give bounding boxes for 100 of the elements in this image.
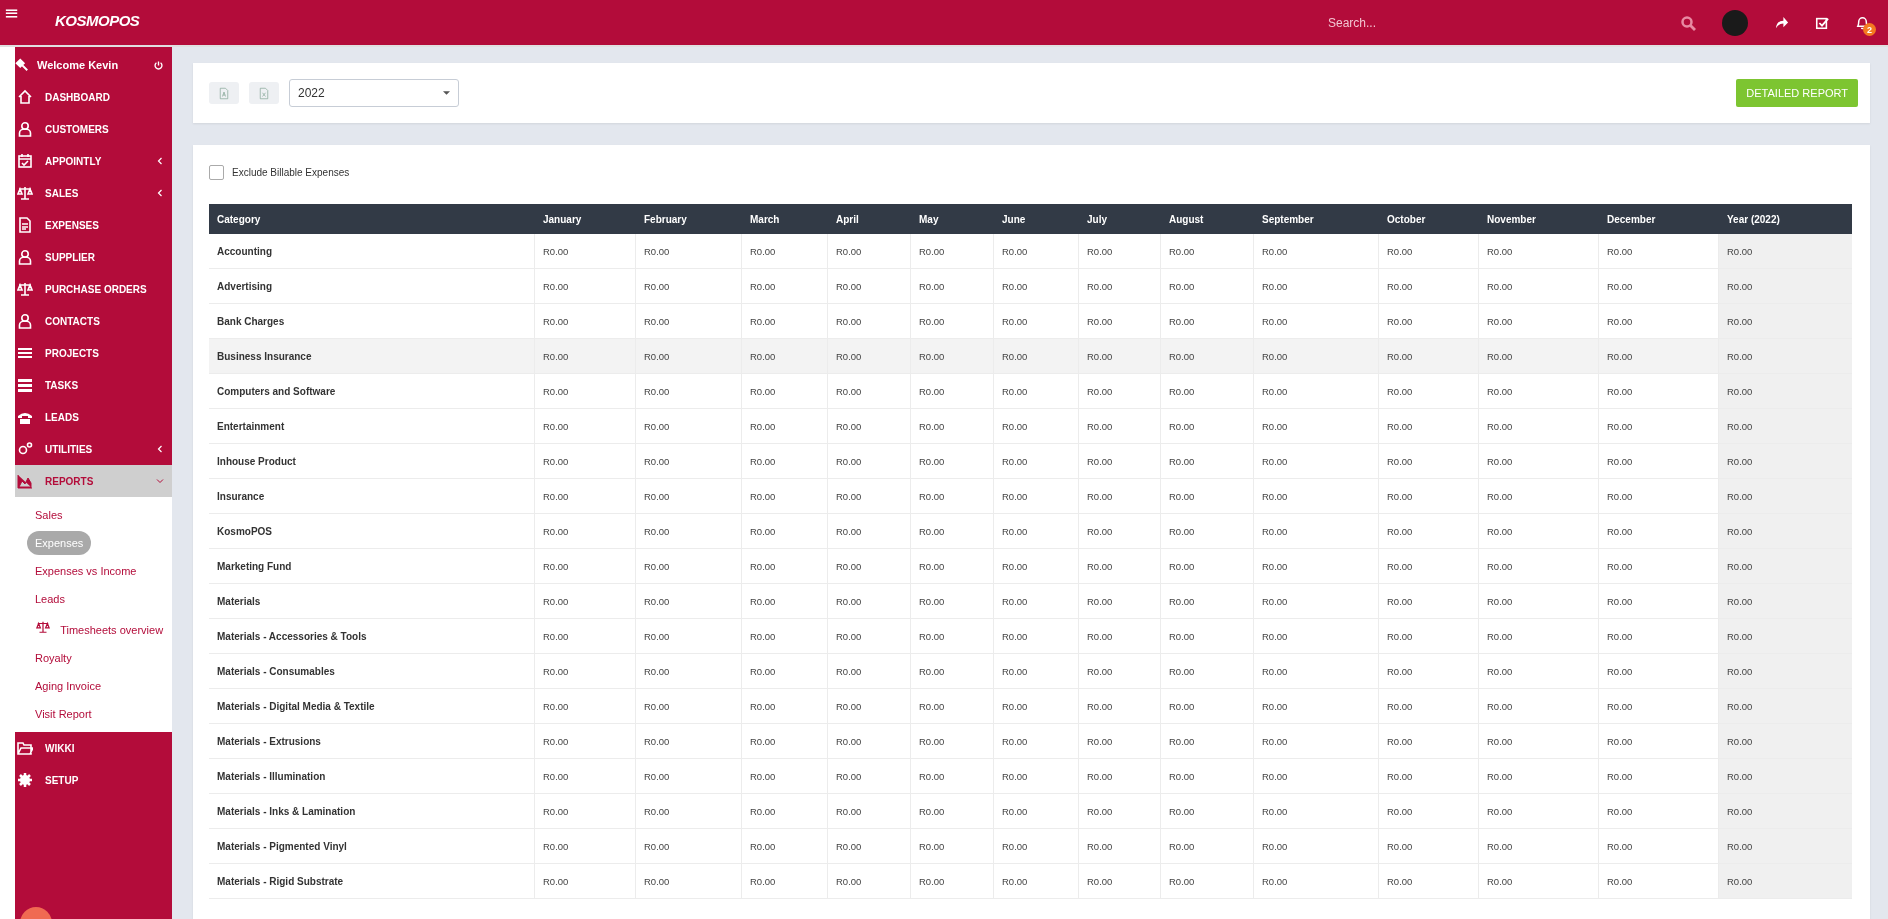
table-cell: Advertising — [209, 269, 535, 304]
sidebar-item[interactable]: UTILITIES — [15, 433, 172, 465]
table-cell: R0.00 — [742, 724, 828, 759]
table-cell: R0.00 — [1254, 269, 1379, 304]
year-dropdown[interactable]: 2022 — [289, 79, 459, 107]
table-cell: R0.00 — [535, 479, 636, 514]
table-cell: R0.00 — [1161, 339, 1254, 374]
table-cell: R0.00 — [911, 829, 994, 864]
table-cell: R0.00 — [1079, 584, 1161, 619]
table-cell: R0.00 — [535, 864, 636, 899]
table-cell: R0.00 — [535, 409, 636, 444]
table-cell: R0.00 — [1379, 374, 1479, 409]
table-cell: R0.00 — [911, 269, 994, 304]
table-cell: R0.00 — [1719, 829, 1852, 864]
table-cell: R0.00 — [1254, 759, 1379, 794]
table-cell: Accounting — [209, 234, 535, 269]
table-cell: R0.00 — [911, 339, 994, 374]
sidebar-item[interactable]: DASHBOARD — [15, 81, 172, 113]
table-cell: R0.00 — [636, 619, 742, 654]
sidebar-item[interactable]: CUSTOMERS — [15, 113, 172, 145]
gear-icon — [17, 772, 33, 788]
table-cell: R0.00 — [828, 444, 911, 479]
table-cell: R0.00 — [1479, 234, 1599, 269]
table-cell: R0.00 — [911, 689, 994, 724]
table-cell: R0.00 — [911, 864, 994, 899]
table-cell: R0.00 — [911, 409, 994, 444]
table-cell: R0.00 — [1379, 514, 1479, 549]
sidebar-item[interactable]: SALES — [15, 177, 172, 209]
logo[interactable]: KOSMOPOS — [55, 12, 140, 29]
table-cell: R0.00 — [828, 759, 911, 794]
table-cell: R0.00 — [535, 619, 636, 654]
avatar[interactable] — [1722, 9, 1748, 36]
table-cell: R0.00 — [994, 444, 1079, 479]
table-cell: R0.00 — [636, 689, 742, 724]
column-header: February — [636, 204, 742, 234]
column-header: July — [1079, 204, 1161, 234]
table-cell: R0.00 — [1479, 619, 1599, 654]
table-cell: R0.00 — [1254, 689, 1379, 724]
table-cell: KosmoPOS — [209, 514, 535, 549]
sidebar-item[interactable]: SUPPLIER — [15, 241, 172, 273]
submenu-item[interactable]: Expenses vs Income — [27, 559, 145, 583]
table-cell: R0.00 — [1599, 339, 1719, 374]
pdf-export-button[interactable] — [209, 82, 239, 104]
submenu-item[interactable]: Visit Report — [27, 702, 100, 726]
sidebar-item[interactable]: LEADS — [15, 401, 172, 433]
table-cell: R0.00 — [1161, 619, 1254, 654]
sidebar-item[interactable]: CONTACTS — [15, 305, 172, 337]
column-header: May — [911, 204, 994, 234]
table-cell: R0.00 — [994, 759, 1079, 794]
column-header: June — [994, 204, 1079, 234]
table-cell: R0.00 — [1379, 444, 1479, 479]
table-cell: R0.00 — [1254, 374, 1379, 409]
sidebar-item[interactable]: REPORTS — [15, 465, 172, 497]
table-cell: R0.00 — [994, 339, 1079, 374]
table-cell: R0.00 — [1079, 724, 1161, 759]
table-cell: R0.00 — [1254, 514, 1379, 549]
table-cell: Materials - Inks & Lamination — [209, 794, 535, 829]
person-icon — [17, 249, 33, 265]
sidebar-item[interactable]: EXPENSES — [15, 209, 172, 241]
column-header: October — [1379, 204, 1479, 234]
table-cell: Business Insurance — [209, 339, 535, 374]
submenu-item[interactable]: Leads — [27, 587, 73, 611]
table-cell: R0.00 — [535, 689, 636, 724]
submenu-item[interactable]: Timesheets overview — [27, 615, 172, 642]
table-cell: R0.00 — [742, 584, 828, 619]
table-cell: Materials - Pigmented Vinyl — [209, 829, 535, 864]
submenu-item[interactable]: Sales — [27, 503, 71, 527]
submenu-item[interactable]: Aging Invoice — [27, 674, 110, 698]
table-cell: Materials - Consumables — [209, 654, 535, 689]
table-cell: R0.00 — [1161, 759, 1254, 794]
table-cell: R0.00 — [1254, 234, 1379, 269]
excel-export-button[interactable] — [249, 82, 279, 104]
document-icon — [218, 86, 230, 100]
table-cell: R0.00 — [535, 339, 636, 374]
sidebar-item[interactable]: APPOINTLY — [15, 145, 172, 177]
sidebar-item[interactable]: PROJECTS — [15, 337, 172, 369]
table-cell: R0.00 — [1379, 409, 1479, 444]
table-cell: R0.00 — [1479, 514, 1599, 549]
table-cell: Computers and Software — [209, 374, 535, 409]
table-cell: R0.00 — [1719, 269, 1852, 304]
table-cell: Materials - Accessories & Tools — [209, 619, 535, 654]
table-cell: R0.00 — [994, 864, 1079, 899]
table-cell: R0.00 — [1079, 339, 1161, 374]
search-field[interactable]: Search... — [1326, 14, 1530, 31]
table-cell: R0.00 — [1161, 584, 1254, 619]
chevron-left-icon — [156, 157, 164, 165]
sidebar-item[interactable]: TASKS — [15, 369, 172, 401]
table-cell: R0.00 — [828, 794, 911, 829]
sidebar-item[interactable]: PURCHASE ORDERS — [15, 273, 172, 305]
sidebar-item[interactable]: SETUP — [15, 764, 172, 796]
checkbox[interactable] — [209, 165, 224, 180]
table-cell: R0.00 — [1719, 304, 1852, 339]
column-header: Year (2022) — [1719, 204, 1852, 234]
table-cell: R0.00 — [742, 514, 828, 549]
table-cell: R0.00 — [1379, 689, 1479, 724]
table-cell: R0.00 — [636, 549, 742, 584]
table-cell: R0.00 — [994, 794, 1079, 829]
sidebar-item[interactable]: WIKKI — [15, 732, 172, 764]
submenu-item[interactable]: Royalty — [27, 646, 80, 670]
power-icon — [153, 59, 164, 71]
